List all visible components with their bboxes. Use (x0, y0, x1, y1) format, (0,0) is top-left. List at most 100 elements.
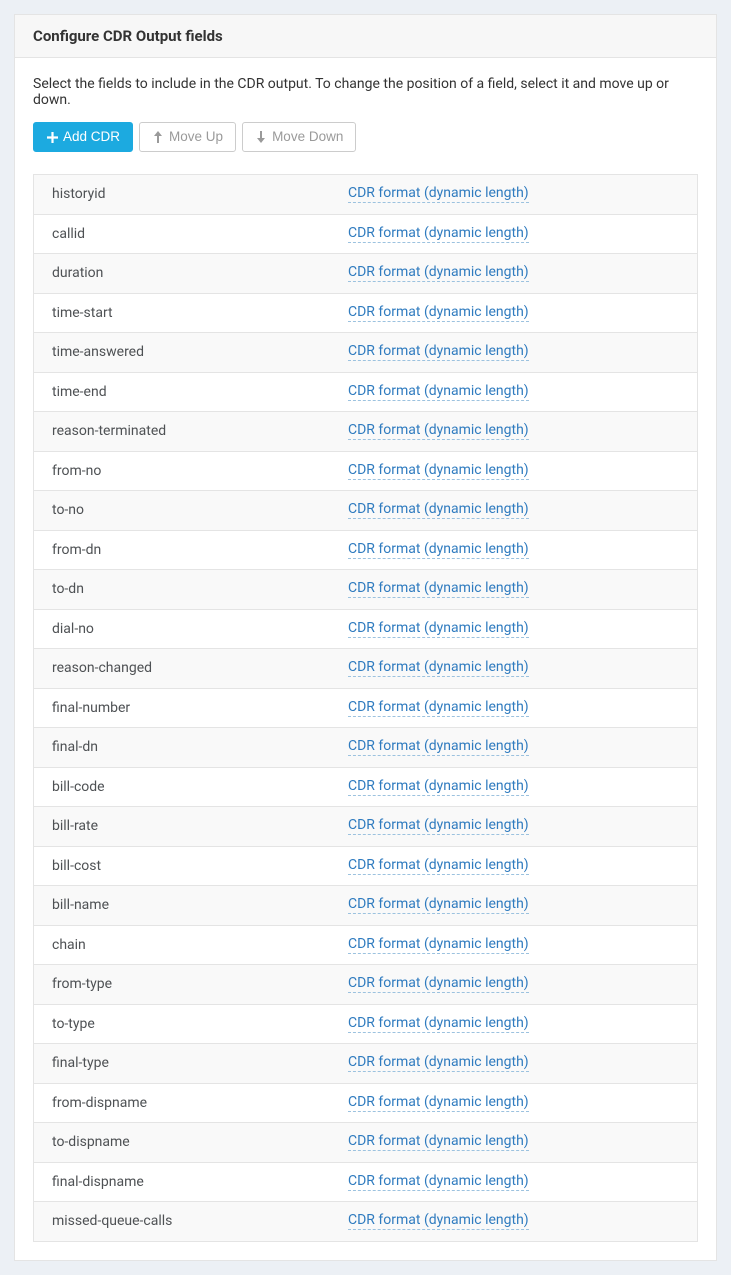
field-name: from-dn (34, 532, 344, 568)
field-name: final-number (34, 690, 344, 726)
field-name: bill-name (34, 887, 344, 923)
list-item[interactable]: missed-queue-callsCDR format (dynamic le… (34, 1202, 697, 1242)
list-item[interactable]: to-typeCDR format (dynamic length) (34, 1005, 697, 1045)
list-item[interactable]: bill-rateCDR format (dynamic length) (34, 807, 697, 847)
field-name: from-no (34, 453, 344, 489)
field-format-cell: CDR format (dynamic length) (344, 728, 697, 766)
field-name: final-dispname (34, 1164, 344, 1200)
list-item[interactable]: bill-costCDR format (dynamic length) (34, 847, 697, 887)
format-link[interactable]: CDR format (dynamic length) (348, 936, 529, 954)
format-link[interactable]: CDR format (dynamic length) (348, 225, 529, 243)
format-link[interactable]: CDR format (dynamic length) (348, 699, 529, 717)
field-name: time-start (34, 295, 344, 331)
list-item[interactable]: from-dispnameCDR format (dynamic length) (34, 1084, 697, 1124)
arrow-down-icon (255, 131, 267, 143)
field-format-cell: CDR format (dynamic length) (344, 294, 697, 332)
field-format-cell: CDR format (dynamic length) (344, 570, 697, 608)
format-link[interactable]: CDR format (dynamic length) (348, 185, 529, 203)
list-item[interactable]: time-endCDR format (dynamic length) (34, 373, 697, 413)
field-name: reason-terminated (34, 413, 344, 449)
list-item[interactable]: from-typeCDR format (dynamic length) (34, 965, 697, 1005)
list-item[interactable]: final-dispnameCDR format (dynamic length… (34, 1163, 697, 1203)
format-link[interactable]: CDR format (dynamic length) (348, 422, 529, 440)
field-name: duration (34, 255, 344, 291)
format-link[interactable]: CDR format (dynamic length) (348, 304, 529, 322)
format-link[interactable]: CDR format (dynamic length) (348, 817, 529, 835)
field-name: final-dn (34, 729, 344, 765)
format-link[interactable]: CDR format (dynamic length) (348, 264, 529, 282)
format-link[interactable]: CDR format (dynamic length) (348, 620, 529, 638)
field-name: to-type (34, 1006, 344, 1042)
field-format-cell: CDR format (dynamic length) (344, 1202, 697, 1240)
cdr-config-panel: Configure CDR Output fields Select the f… (14, 14, 717, 1261)
field-name: time-end (34, 374, 344, 410)
move-up-label: Move Up (169, 129, 223, 145)
format-link[interactable]: CDR format (dynamic length) (348, 738, 529, 756)
list-item[interactable]: historyidCDR format (dynamic length) (34, 175, 697, 215)
list-item[interactable]: dial-noCDR format (dynamic length) (34, 610, 697, 650)
list-item[interactable]: callidCDR format (dynamic length) (34, 215, 697, 255)
format-link[interactable]: CDR format (dynamic length) (348, 1212, 529, 1230)
list-item[interactable]: time-startCDR format (dynamic length) (34, 294, 697, 334)
field-name: dial-no (34, 611, 344, 647)
panel-title: Configure CDR Output fields (15, 15, 716, 58)
field-name: time-answered (34, 334, 344, 370)
field-format-cell: CDR format (dynamic length) (344, 333, 697, 371)
format-link[interactable]: CDR format (dynamic length) (348, 343, 529, 361)
list-item[interactable]: bill-codeCDR format (dynamic length) (34, 768, 697, 808)
field-name: bill-cost (34, 848, 344, 884)
field-name: to-dn (34, 571, 344, 607)
format-link[interactable]: CDR format (dynamic length) (348, 1054, 529, 1072)
field-format-cell: CDR format (dynamic length) (344, 1163, 697, 1201)
list-item[interactable]: from-dnCDR format (dynamic length) (34, 531, 697, 571)
field-format-cell: CDR format (dynamic length) (344, 689, 697, 727)
format-link[interactable]: CDR format (dynamic length) (348, 975, 529, 993)
list-item[interactable]: final-dnCDR format (dynamic length) (34, 728, 697, 768)
list-item[interactable]: to-noCDR format (dynamic length) (34, 491, 697, 531)
field-format-cell: CDR format (dynamic length) (344, 1044, 697, 1082)
field-format-cell: CDR format (dynamic length) (344, 412, 697, 450)
add-cdr-button[interactable]: Add CDR (33, 122, 133, 152)
format-link[interactable]: CDR format (dynamic length) (348, 541, 529, 559)
list-item[interactable]: from-noCDR format (dynamic length) (34, 452, 697, 492)
field-name: from-type (34, 966, 344, 1002)
field-format-cell: CDR format (dynamic length) (344, 215, 697, 253)
field-name: missed-queue-calls (34, 1203, 344, 1239)
field-name: from-dispname (34, 1085, 344, 1121)
list-item[interactable]: time-answeredCDR format (dynamic length) (34, 333, 697, 373)
list-item[interactable]: chainCDR format (dynamic length) (34, 926, 697, 966)
format-link[interactable]: CDR format (dynamic length) (348, 462, 529, 480)
field-format-cell: CDR format (dynamic length) (344, 807, 697, 845)
list-item[interactable]: reason-changedCDR format (dynamic length… (34, 649, 697, 689)
format-link[interactable]: CDR format (dynamic length) (348, 1094, 529, 1112)
field-name: final-type (34, 1045, 344, 1081)
add-cdr-label: Add CDR (63, 129, 120, 145)
move-down-label: Move Down (272, 129, 343, 145)
list-item[interactable]: final-typeCDR format (dynamic length) (34, 1044, 697, 1084)
format-link[interactable]: CDR format (dynamic length) (348, 501, 529, 519)
move-up-button[interactable]: Move Up (139, 122, 236, 152)
format-link[interactable]: CDR format (dynamic length) (348, 1173, 529, 1191)
move-down-button[interactable]: Move Down (242, 122, 356, 152)
plus-icon (46, 131, 58, 143)
format-link[interactable]: CDR format (dynamic length) (348, 383, 529, 401)
format-link[interactable]: CDR format (dynamic length) (348, 857, 529, 875)
field-format-cell: CDR format (dynamic length) (344, 175, 697, 213)
list-item[interactable]: bill-nameCDR format (dynamic length) (34, 886, 697, 926)
format-link[interactable]: CDR format (dynamic length) (348, 580, 529, 598)
list-item[interactable]: final-numberCDR format (dynamic length) (34, 689, 697, 729)
list-item[interactable]: reason-terminatedCDR format (dynamic len… (34, 412, 697, 452)
list-item[interactable]: to-dnCDR format (dynamic length) (34, 570, 697, 610)
format-link[interactable]: CDR format (dynamic length) (348, 1015, 529, 1033)
format-link[interactable]: CDR format (dynamic length) (348, 896, 529, 914)
field-name: bill-rate (34, 808, 344, 844)
field-format-cell: CDR format (dynamic length) (344, 768, 697, 806)
format-link[interactable]: CDR format (dynamic length) (348, 778, 529, 796)
format-link[interactable]: CDR format (dynamic length) (348, 1133, 529, 1151)
field-name: to-no (34, 492, 344, 528)
field-name: bill-code (34, 769, 344, 805)
list-item[interactable]: durationCDR format (dynamic length) (34, 254, 697, 294)
format-link[interactable]: CDR format (dynamic length) (348, 659, 529, 677)
list-item[interactable]: to-dispnameCDR format (dynamic length) (34, 1123, 697, 1163)
field-format-cell: CDR format (dynamic length) (344, 926, 697, 964)
